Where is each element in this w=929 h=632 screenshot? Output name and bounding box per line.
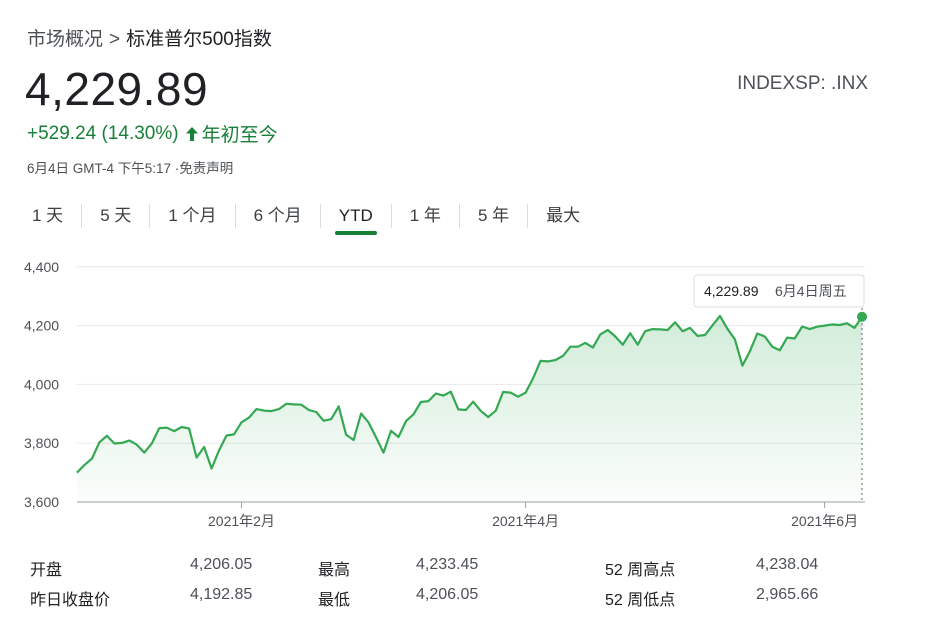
price-chart[interactable]: 4,400 4,200 4,000 3,800 3,600 2021年2月 2021年4月 2… bbox=[0, 255, 929, 545]
y-axis-tick-label: 4,200 bbox=[24, 318, 59, 334]
stat-label: 最低 bbox=[318, 592, 351, 609]
last-point-marker[interactable] bbox=[857, 311, 867, 322]
breadcrumb-separator: > bbox=[109, 29, 121, 50]
arrow-up-icon bbox=[185, 126, 199, 142]
y-axis-tick-label: 3,600 bbox=[24, 494, 59, 510]
stat-label: 最高 bbox=[318, 562, 351, 579]
stats-row: 昨日收盘价 4,192.85 最低 4,206.05 52 周低点 2,965.66 bbox=[0, 586, 929, 616]
tooltip-date: 6月4日周五 bbox=[775, 283, 847, 299]
range-tab[interactable]: 6 个月 bbox=[236, 196, 320, 236]
chart-tooltip: 4,229.89 6月4日周五 bbox=[693, 274, 865, 308]
breadcrumb: 市场概况 > 标准普尔500指数 bbox=[27, 24, 272, 51]
range-tabs: 1 天5 天1 个月 6 个月 YTD 1 年5 年最大 bbox=[14, 196, 598, 236]
stat-value: 4,206.05 bbox=[416, 586, 479, 603]
y-axis-tick-label: 4,000 bbox=[24, 376, 59, 392]
current-price: 4,229.89 bbox=[25, 63, 209, 115]
range-tab[interactable]: 1 天 bbox=[14, 196, 81, 236]
ticker-symbol: INDEXSP: .INX bbox=[737, 73, 868, 94]
x-axis-tick-label: 2021年4月 bbox=[492, 513, 559, 529]
stat-value: 4,192.85 bbox=[190, 586, 253, 603]
stat-label: 昨日收盘价 bbox=[30, 592, 111, 609]
price-change-value: +529.24 (14.30%) bbox=[27, 122, 179, 144]
stat-value: 4,206.05 bbox=[190, 556, 253, 573]
stat-value: 2,965.66 bbox=[756, 586, 819, 603]
breadcrumb-current: 标准普尔500指数 bbox=[126, 29, 272, 50]
range-tab[interactable]: 最大 bbox=[528, 196, 598, 236]
stats-row: 开盘 4,206.05 最高 4,233.45 52 周高点 4,238.04 bbox=[0, 556, 929, 586]
range-tab[interactable]: 1 个月 bbox=[150, 196, 234, 236]
stat-value: 4,233.45 bbox=[416, 556, 479, 573]
range-tab[interactable]: 1 年 bbox=[392, 196, 459, 236]
range-tab[interactable]: 5 年 bbox=[460, 196, 527, 236]
price-change: +529.24 (14.30%) 年初至今 bbox=[27, 120, 278, 147]
y-axis-tick-label: 3,800 bbox=[24, 435, 59, 451]
breadcrumb-parent-link[interactable]: 市场概况 bbox=[27, 29, 103, 50]
price-change-period: 年初至今 bbox=[201, 125, 278, 146]
stat-label: 52 周低点 bbox=[605, 592, 676, 609]
x-axis-tick-label: 2021年2月 bbox=[208, 513, 275, 529]
range-tab[interactable]: YTD bbox=[321, 196, 391, 236]
stat-label: 52 周高点 bbox=[605, 562, 676, 579]
range-tab[interactable]: 5 天 bbox=[82, 196, 149, 236]
stat-value: 4,238.04 bbox=[756, 556, 819, 573]
timestamp-disclaimer[interactable]: 6月4日 GMT-4 下午5:17 ·免责声明 bbox=[27, 157, 233, 177]
y-axis-tick-label: 4,400 bbox=[24, 259, 59, 275]
tooltip-value: 4,229.89 bbox=[704, 283, 759, 299]
x-axis-tick-label: 2021年6月 bbox=[791, 513, 858, 529]
stat-label: 开盘 bbox=[30, 562, 63, 579]
price-area-fill bbox=[77, 315, 862, 502]
